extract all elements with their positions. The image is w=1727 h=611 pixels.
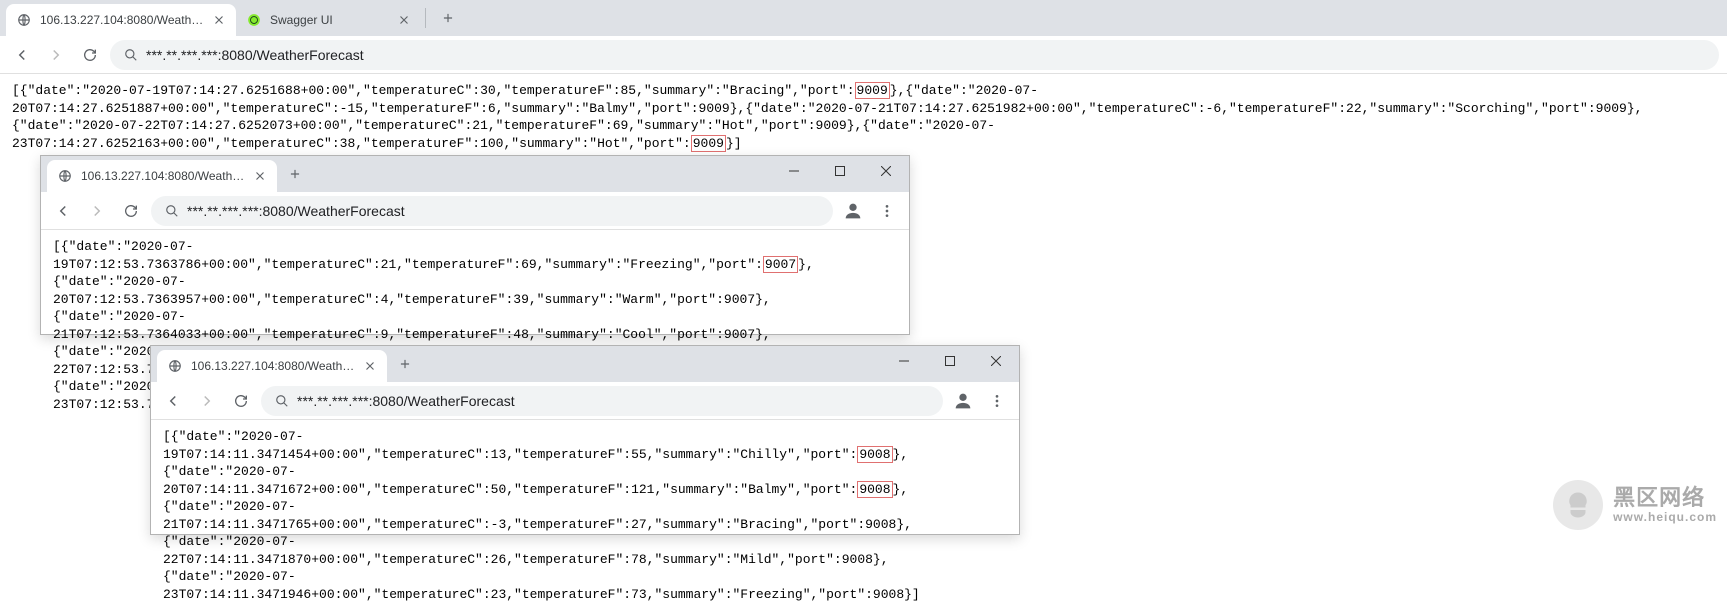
tab-divider: [425, 8, 426, 28]
forward-button[interactable]: [83, 197, 111, 225]
maximize-button[interactable]: [927, 346, 973, 376]
new-tab-button[interactable]: [391, 350, 419, 378]
url-text: ***.**.***.***:8080/WeatherForecast: [146, 47, 1705, 63]
forward-button[interactable]: [193, 387, 221, 415]
watermark-title: 黑区网络: [1613, 486, 1717, 510]
tab-title: 106.13.227.104:8080/WeatherF: [40, 13, 204, 27]
new-tab-button[interactable]: [281, 160, 309, 188]
json-fragment: [{"date":"2020-07-19T07:14:27.6251688+00…: [12, 83, 855, 98]
address-bar[interactable]: ***.**.***.***:8080/WeatherForecast: [261, 386, 943, 416]
tab-strip: 106.13.227.104:8080/WeatherF: [151, 346, 1019, 382]
json-fragment: [{"date":"2020-07-19T07:14:11.3471454+00…: [163, 429, 857, 462]
tab-weather[interactable]: 106.13.227.104:8080/WeatherF: [47, 160, 277, 192]
toolbar: ***.**.***.***:8080/WeatherForecast: [151, 382, 1019, 420]
globe-icon: [57, 168, 73, 184]
reload-button[interactable]: [117, 197, 145, 225]
reload-button[interactable]: [227, 387, 255, 415]
swagger-icon: [246, 12, 262, 28]
maximize-button[interactable]: [817, 156, 863, 186]
json-fragment: },{"date":"2020-07-21T07:14:11.3471765+0…: [163, 482, 920, 602]
profile-avatar[interactable]: [839, 197, 867, 225]
back-button[interactable]: [159, 387, 187, 415]
watermark-icon: [1553, 480, 1603, 530]
port-highlight: 9007: [763, 256, 798, 273]
forward-button[interactable]: [42, 41, 70, 69]
reload-button[interactable]: [76, 41, 104, 69]
toolbar: ***.**.***.***:8080/WeatherForecast: [41, 192, 909, 230]
search-icon: [275, 394, 289, 408]
toolbar: ***.**.***.***:8080/WeatherForecast: [0, 36, 1727, 74]
browser-window-2: 106.13.227.104:8080/WeatherF ***.**.***.…: [40, 155, 910, 335]
close-icon[interactable]: [363, 359, 377, 373]
tab-title: 106.13.227.104:8080/WeatherF: [191, 359, 355, 373]
tab-title: 106.13.227.104:8080/WeatherF: [81, 169, 245, 183]
tab-weather[interactable]: 106.13.227.104:8080/WeatherF: [157, 350, 387, 382]
close-icon[interactable]: [212, 13, 226, 27]
port-highlight: 9009: [691, 135, 726, 152]
tab-strip: 106.13.227.104:8080/WeatherF: [41, 156, 909, 192]
browser-window-main: 106.13.227.104:8080/WeatherF Swagger UI …: [0, 0, 1727, 160]
back-button[interactable]: [49, 197, 77, 225]
profile-avatar[interactable]: [949, 387, 977, 415]
search-icon: [124, 48, 138, 62]
port-highlight: 9008: [857, 446, 892, 463]
close-icon[interactable]: [397, 13, 411, 27]
browser-window-3: 106.13.227.104:8080/WeatherF ***.**.***.…: [150, 345, 1020, 535]
close-icon[interactable]: [253, 169, 267, 183]
page-content: [{"date":"2020-07-19T07:14:11.3471454+00…: [151, 420, 1001, 611]
tab-title: Swagger UI: [270, 13, 389, 27]
watermark: 黑区网络 www.heiqu.com: [1553, 480, 1717, 530]
url-text: ***.**.***.***:8080/WeatherForecast: [297, 393, 929, 409]
window-controls: [771, 156, 909, 186]
address-bar[interactable]: ***.**.***.***:8080/WeatherForecast: [151, 196, 833, 226]
globe-icon: [167, 358, 183, 374]
menu-button[interactable]: [983, 387, 1011, 415]
minimize-button[interactable]: [771, 156, 817, 186]
close-window-button[interactable]: [863, 156, 909, 186]
globe-icon: [16, 12, 32, 28]
minimize-button[interactable]: [881, 346, 927, 376]
close-window-button[interactable]: [973, 346, 1019, 376]
window-controls: [881, 346, 1019, 376]
tab-weather[interactable]: 106.13.227.104:8080/WeatherF: [6, 4, 236, 36]
search-icon: [165, 204, 179, 218]
menu-button[interactable]: [873, 197, 901, 225]
watermark-url: www.heiqu.com: [1613, 511, 1717, 524]
tab-swagger[interactable]: Swagger UI: [236, 4, 421, 36]
tab-strip-main: 106.13.227.104:8080/WeatherF Swagger UI: [0, 0, 1727, 36]
port-highlight: 9009: [855, 82, 890, 99]
new-tab-button[interactable]: [434, 4, 462, 32]
json-fragment: [{"date":"2020-07-19T07:12:53.7363786+00…: [53, 239, 763, 272]
port-highlight: 9008: [857, 481, 892, 498]
back-button[interactable]: [8, 41, 36, 69]
url-text: ***.**.***.***:8080/WeatherForecast: [187, 203, 819, 219]
address-bar[interactable]: ***.**.***.***:8080/WeatherForecast: [110, 40, 1719, 70]
page-content: [{"date":"2020-07-19T07:14:27.6251688+00…: [0, 74, 1720, 160]
json-fragment: }]: [726, 136, 742, 151]
